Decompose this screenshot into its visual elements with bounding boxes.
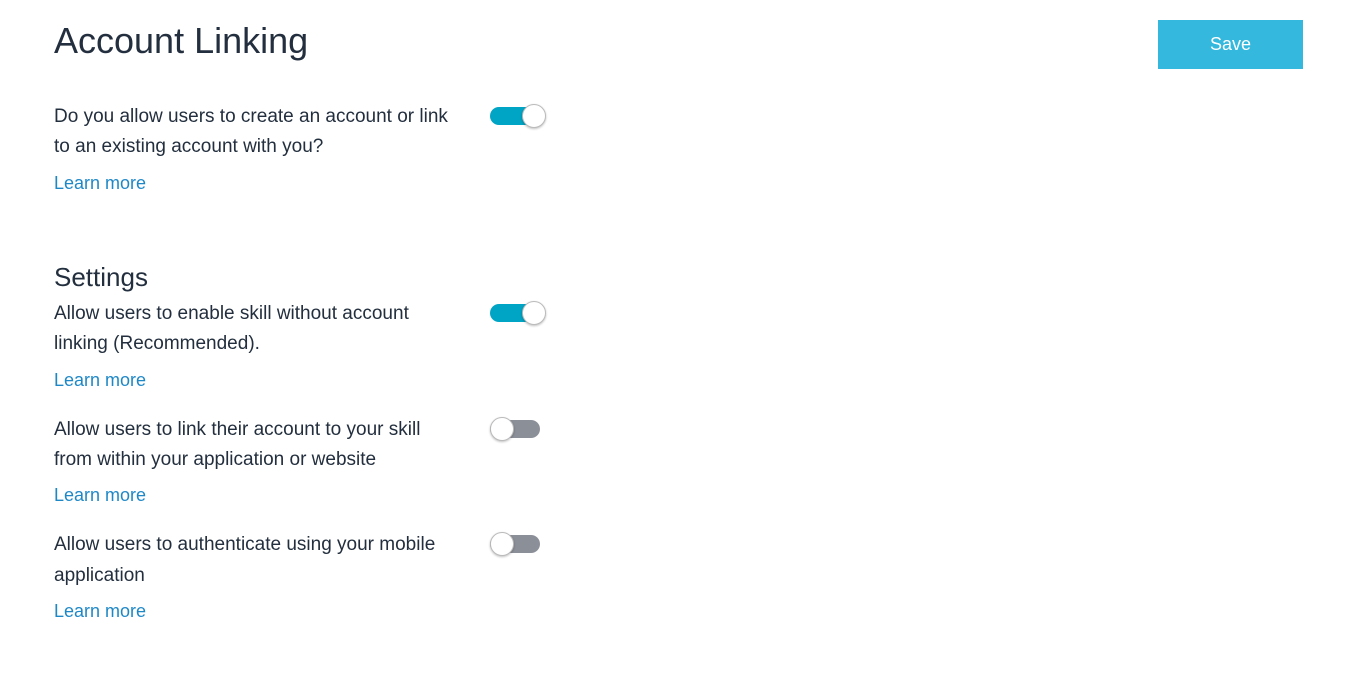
setting-item-0: Allow users to enable skill without acco…: [54, 299, 1303, 409]
setting-learn-more-link[interactable]: Learn more: [54, 601, 146, 622]
main-setting-learn-more-link[interactable]: Learn more: [54, 173, 146, 194]
setting-item-1: Allow users to link their account to you…: [54, 415, 1303, 525]
settings-title: Settings: [54, 262, 1303, 293]
setting-label: Allow users to link their account to you…: [54, 415, 454, 476]
setting-label: Allow users to enable skill without acco…: [54, 299, 454, 360]
setting-toggle-link-from-app[interactable]: [490, 417, 548, 441]
setting-learn-more-link[interactable]: Learn more: [54, 370, 146, 391]
main-setting-toggle[interactable]: [490, 104, 548, 128]
main-setting-block: Do you allow users to create an account …: [54, 102, 1303, 212]
main-setting-label: Do you allow users to create an account …: [54, 102, 454, 163]
setting-label: Allow users to authenticate using your m…: [54, 530, 454, 591]
setting-item-2: Allow users to authenticate using your m…: [54, 530, 1303, 640]
setting-learn-more-link[interactable]: Learn more: [54, 485, 146, 506]
setting-toggle-enable-without-linking[interactable]: [490, 301, 548, 325]
setting-toggle-mobile-auth[interactable]: [490, 532, 548, 556]
save-button[interactable]: Save: [1158, 20, 1303, 69]
page-title: Account Linking: [54, 20, 1303, 62]
